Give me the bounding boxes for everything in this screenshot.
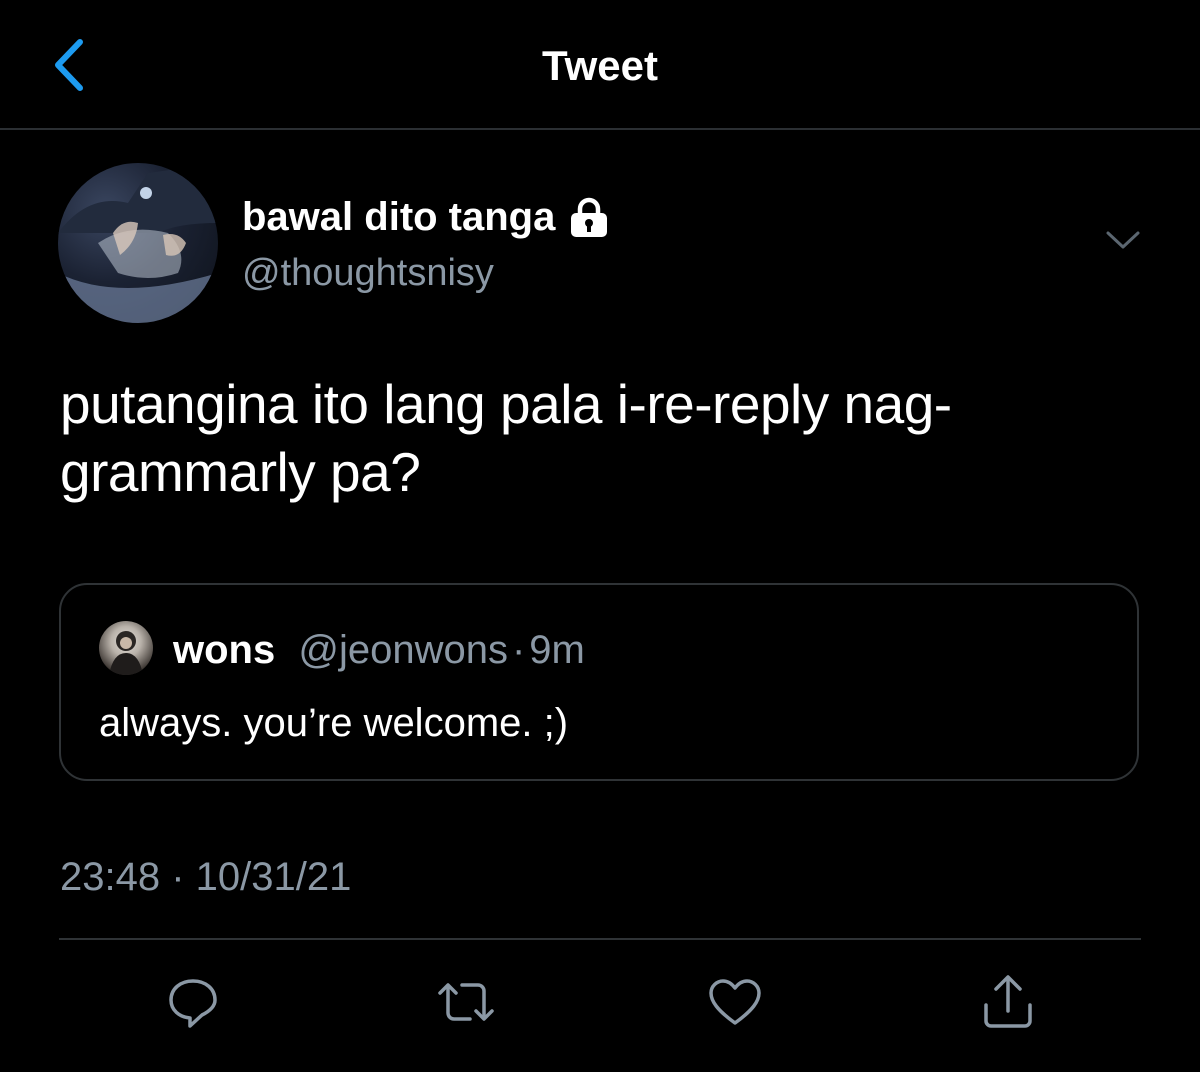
chevron-down-icon [1106,231,1140,249]
quoted-tweet-time: 9m [529,628,585,672]
reply-button[interactable] [163,972,223,1032]
quoted-author-avatar [99,621,153,675]
quoted-avatar-photo [109,631,143,675]
divider [59,938,1141,940]
author-handle: @thoughtsnisy [242,252,494,294]
quoted-tweet-text: always. you’re welcome. ;) [99,701,569,745]
retweet-icon [438,983,494,1021]
like-button[interactable] [705,972,765,1032]
top-nav-bar: Tweet [0,0,1200,130]
avatar-photo [58,163,218,323]
author-name[interactable]: bawal dito tanga [242,194,611,240]
share-button[interactable] [978,972,1038,1032]
separator-dot: · [511,628,526,672]
author-display-name: bawal dito tanga [242,195,556,239]
share-icon [984,975,1032,1028]
lock-icon [567,197,611,237]
tweet-timestamp: 23:48 · 10/31/21 [60,855,352,899]
quoted-tweet-header: wons @jeonwons · 9m [173,627,585,673]
author-avatar[interactable] [58,163,218,323]
reply-icon [169,979,217,1028]
retweet-button[interactable] [436,972,496,1032]
more-options-button[interactable] [1100,220,1146,260]
quoted-tweet-card[interactable]: wons @jeonwons · 9m always. you’re welcome… [59,583,1139,781]
like-icon [709,979,761,1025]
tweet-text: putangina ito lang pala i-re-reply nag-g… [60,373,952,503]
quoted-author-handle: @jeonwons [298,628,508,672]
page-title: Tweet [542,42,658,89]
quoted-author-name: wons [173,628,276,672]
